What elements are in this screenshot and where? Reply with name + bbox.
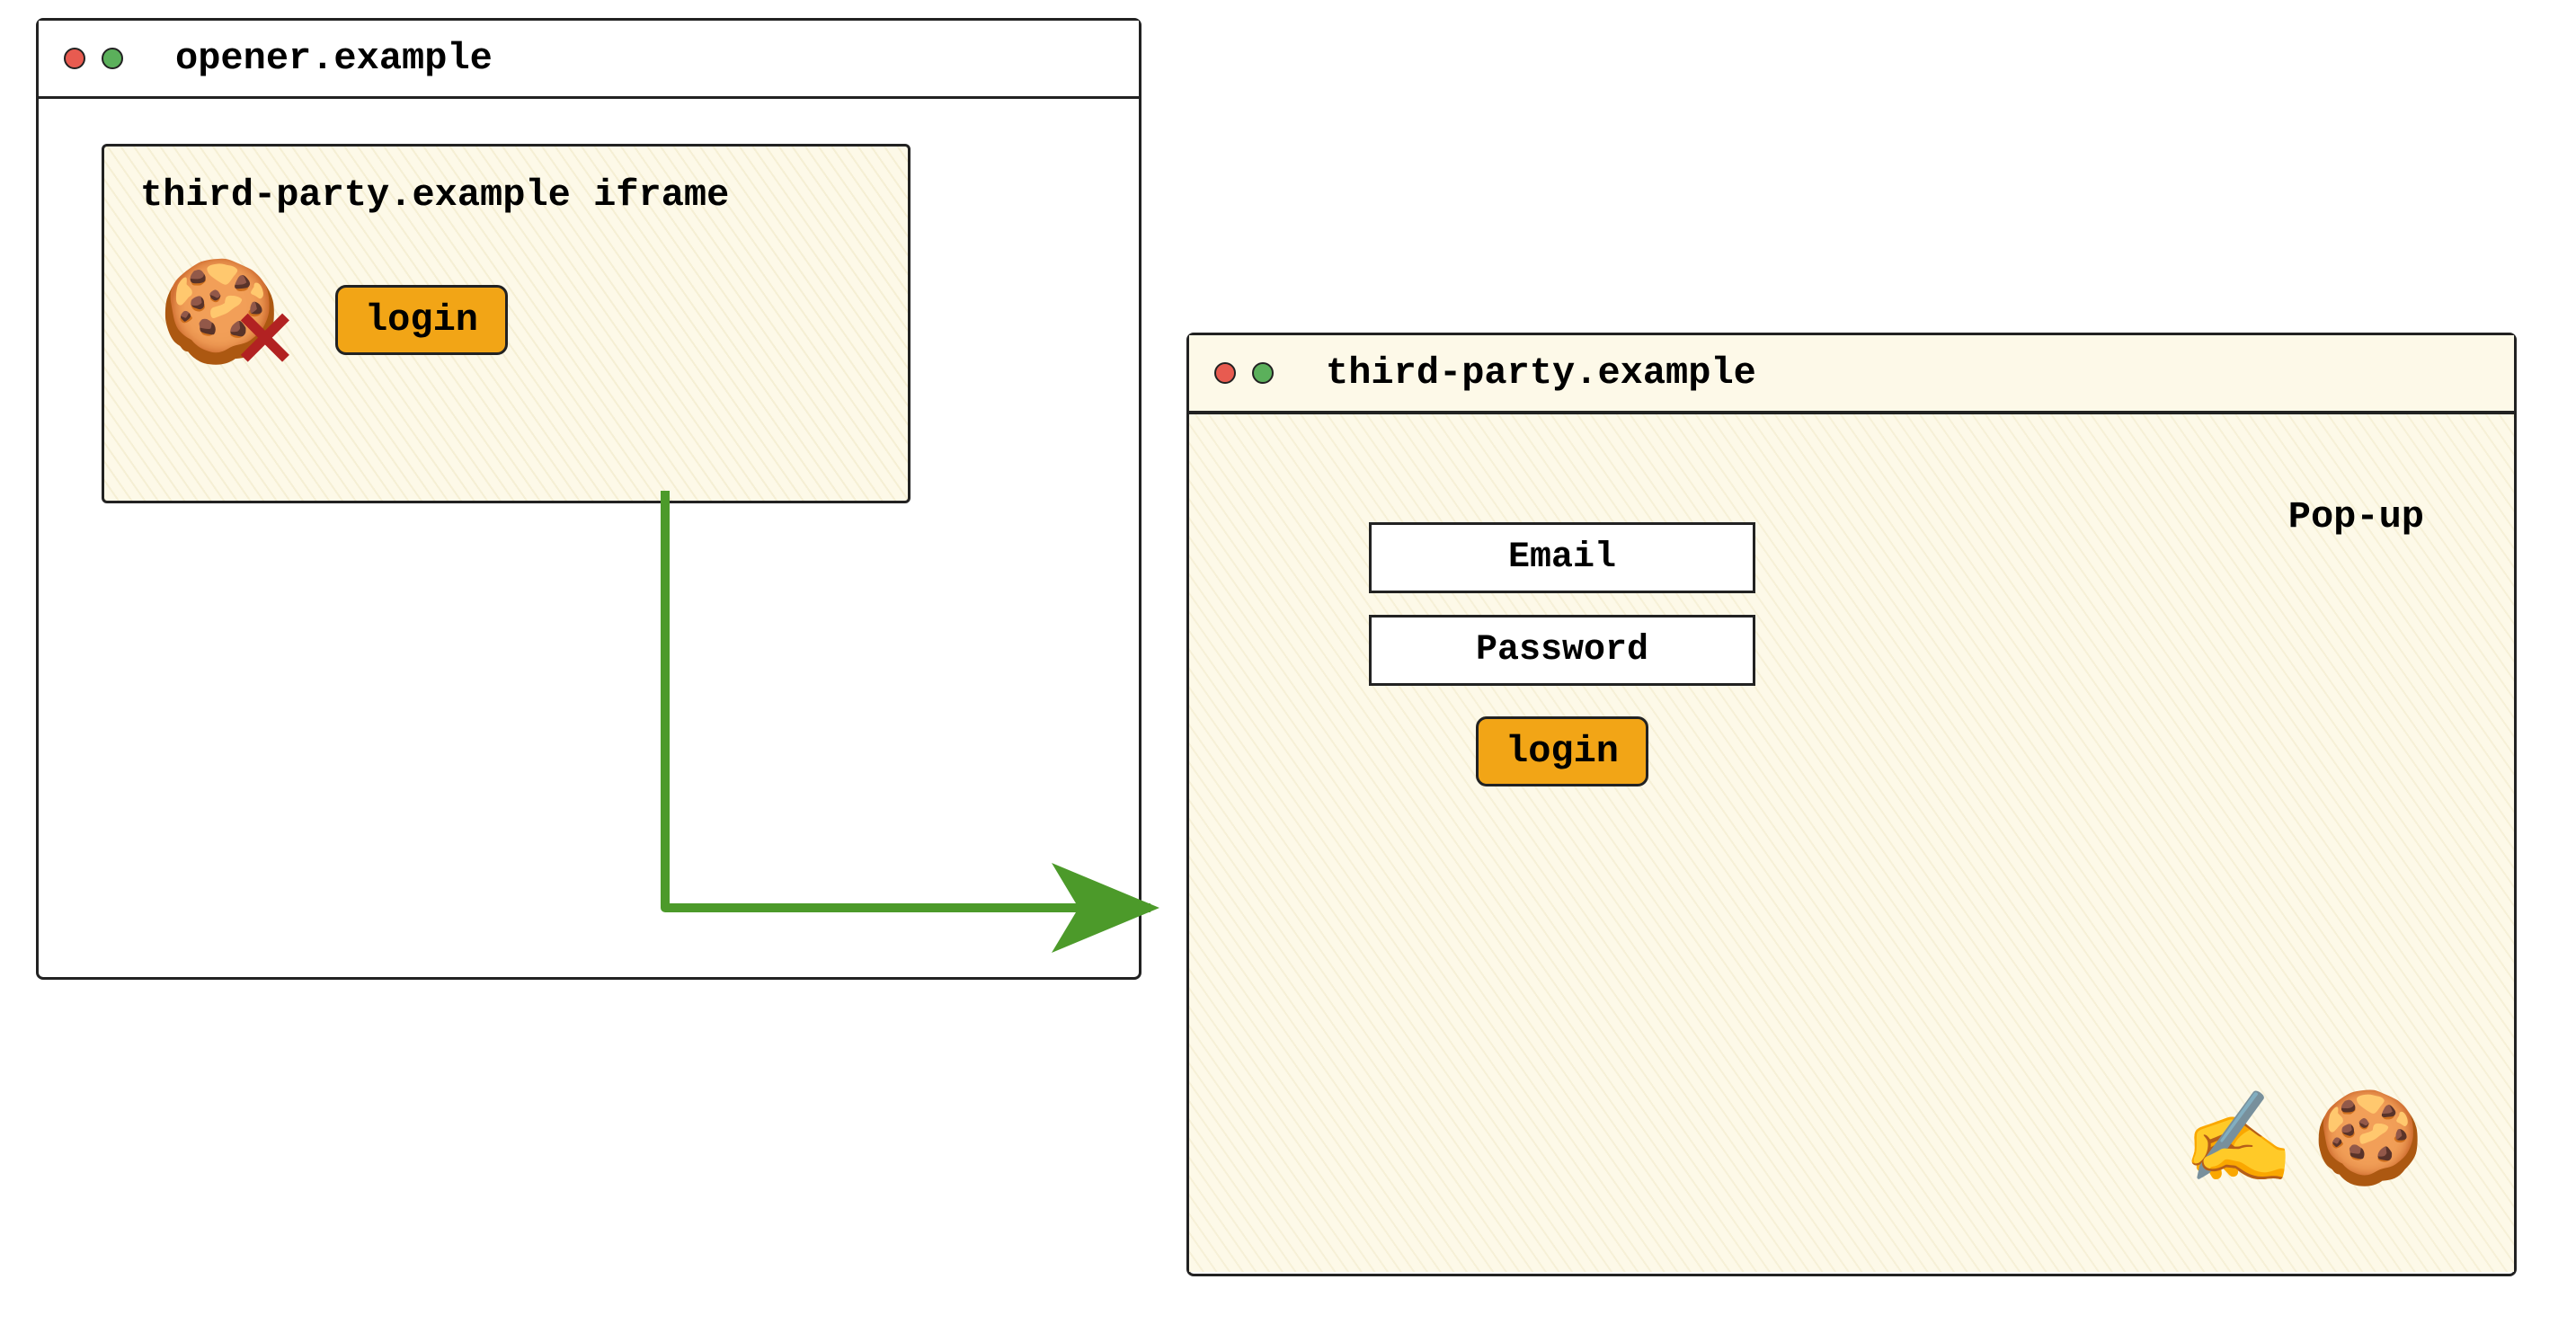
blocked-cookie-icon: 🍪 ✕ <box>158 271 281 369</box>
zoom-dot-icon[interactable] <box>1252 362 1274 384</box>
close-dot-icon[interactable] <box>1214 362 1236 384</box>
zoom-dot-icon[interactable] <box>102 48 123 69</box>
email-field[interactable]: Email <box>1369 522 1755 593</box>
password-field[interactable]: Password <box>1369 615 1755 686</box>
iframe-login-button[interactable]: login <box>335 285 508 355</box>
popup-titlebar: third-party.example <box>1189 335 2514 413</box>
x-mark-icon: ✕ <box>233 301 298 378</box>
emoji-row: ✍️ 🍪 <box>2182 1101 2424 1191</box>
cookie-icon: 🍪 <box>2312 1101 2424 1191</box>
popup-label: Pop-up <box>2288 495 2424 538</box>
opener-content: third-party.example iframe 🍪 ✕ login <box>39 99 1139 974</box>
iframe-row: 🍪 ✕ login <box>158 271 872 369</box>
writing-hand-icon: ✍️ <box>2182 1101 2295 1191</box>
login-form: Email Password login <box>1369 522 1755 786</box>
popup-login-button[interactable]: login <box>1476 716 1648 786</box>
popup-content: Pop-up Email Password login ✍️ 🍪 <box>1189 414 2514 1272</box>
opener-window: opener.example third-party.example ifram… <box>36 18 1141 980</box>
popup-title: third-party.example <box>1326 351 1756 395</box>
opener-title: opener.example <box>175 37 493 80</box>
iframe-box: third-party.example iframe 🍪 ✕ login <box>102 144 910 503</box>
popup-window: third-party.example Pop-up Email Passwor… <box>1186 333 2517 1276</box>
close-dot-icon[interactable] <box>64 48 85 69</box>
iframe-label: third-party.example iframe <box>140 173 872 217</box>
opener-titlebar: opener.example <box>39 21 1139 99</box>
